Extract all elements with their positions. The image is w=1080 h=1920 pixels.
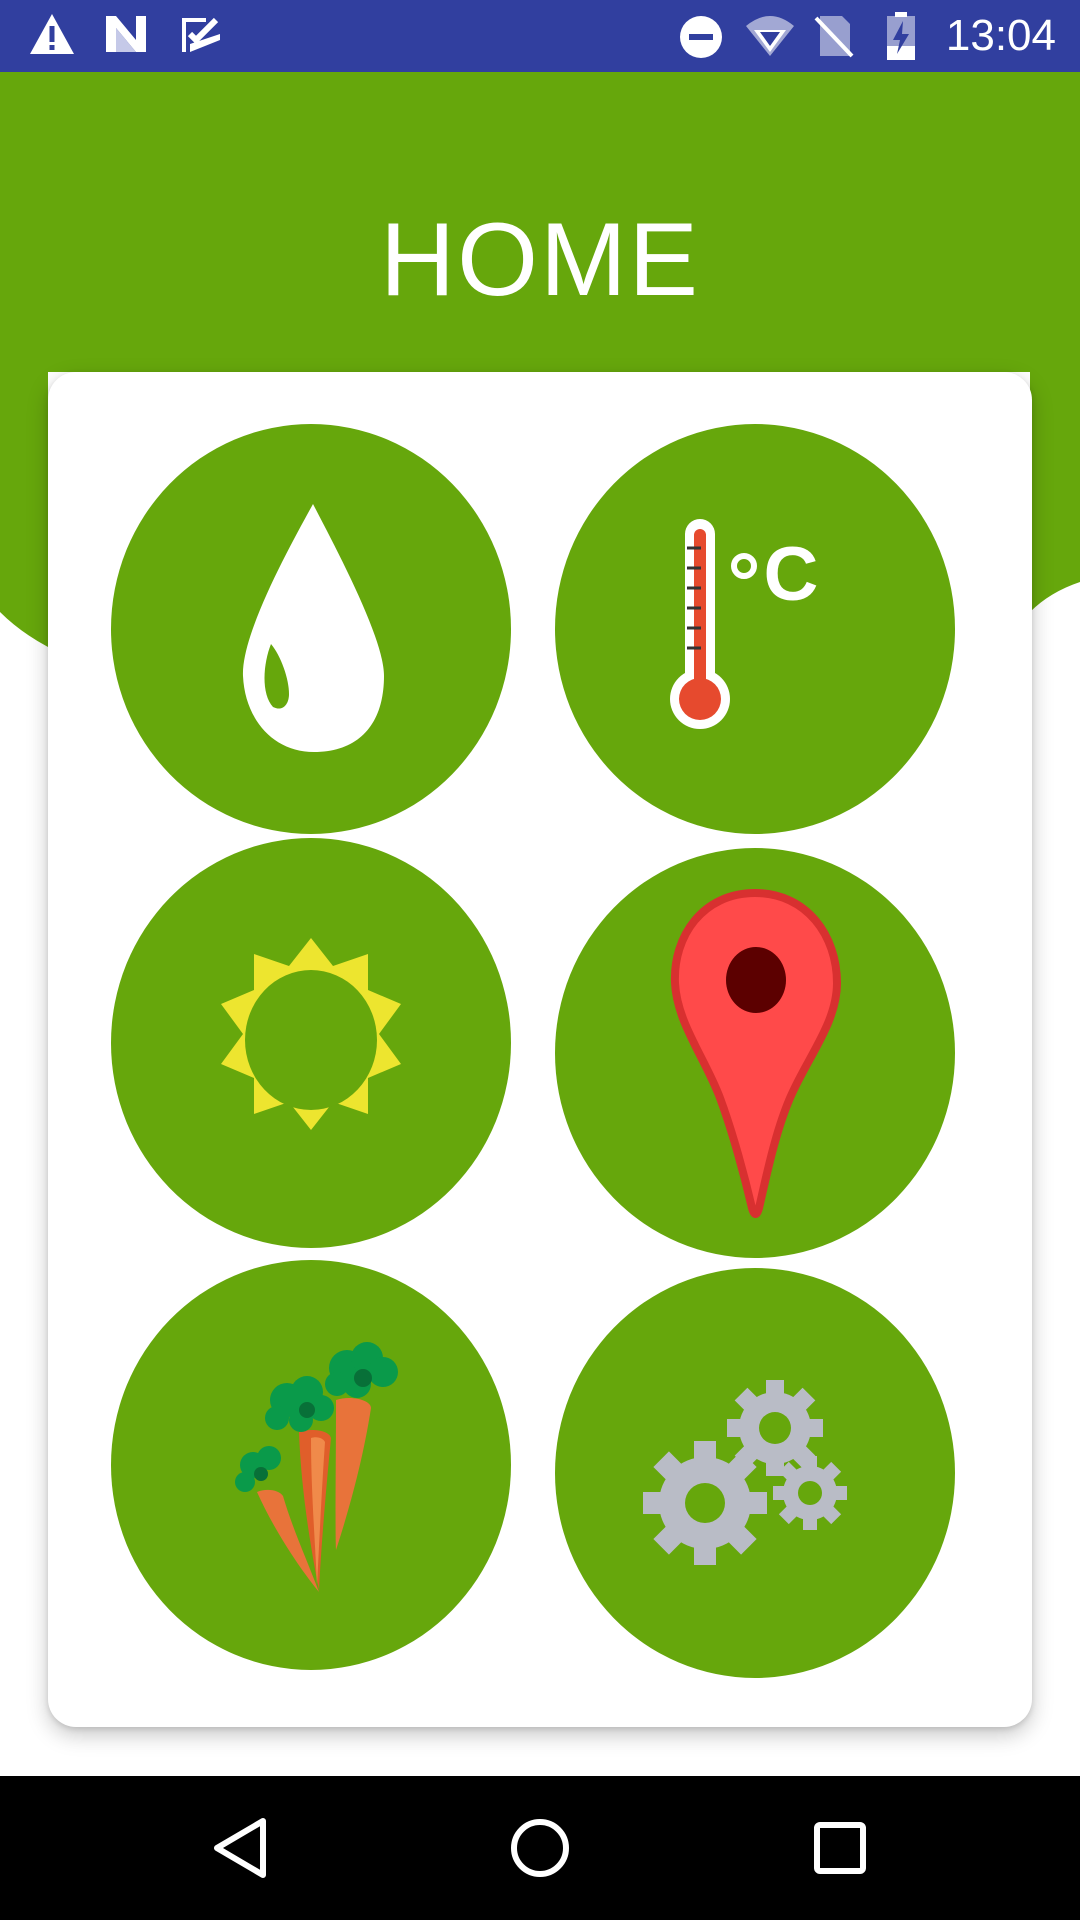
thermometer-icon	[670, 519, 730, 729]
home-icon	[511, 1819, 569, 1877]
back-icon	[214, 1818, 266, 1878]
light-tile-button[interactable]	[111, 838, 511, 1248]
sun-icon	[221, 938, 401, 1130]
humidity-tile-button[interactable]	[111, 424, 511, 834]
carrots-icon	[235, 1342, 398, 1592]
status-bar: 13:04	[0, 0, 1080, 72]
no-sim-icon	[812, 12, 856, 65]
water-drop-icon	[242, 504, 384, 752]
menu-card: C	[48, 372, 1032, 1727]
recents-icon	[814, 1822, 866, 1874]
navigation-bar	[0, 1776, 1080, 1920]
task-check-icon	[176, 12, 224, 61]
home-button[interactable]	[495, 1803, 585, 1893]
n-notification-icon	[102, 12, 150, 61]
warning-icon	[28, 12, 76, 61]
crops-tile-button[interactable]	[111, 1260, 511, 1670]
settings-tile-button[interactable]	[555, 1268, 955, 1678]
page-title: HOME	[380, 202, 700, 318]
gears-icon	[643, 1380, 847, 1565]
battery-charging-icon	[884, 12, 918, 67]
wifi-icon	[744, 12, 796, 63]
recents-button[interactable]	[795, 1803, 885, 1893]
temperature-tile-button[interactable]: C	[555, 424, 955, 834]
do-not-disturb-icon	[678, 14, 724, 65]
celsius-label: C	[764, 532, 819, 617]
location-tile-button[interactable]	[555, 848, 955, 1258]
map-pin-icon	[670, 888, 842, 1218]
home-screen: 13:04 HOME C	[0, 0, 1080, 1920]
status-time: 13:04	[945, 11, 1056, 60]
back-button[interactable]	[195, 1803, 285, 1893]
